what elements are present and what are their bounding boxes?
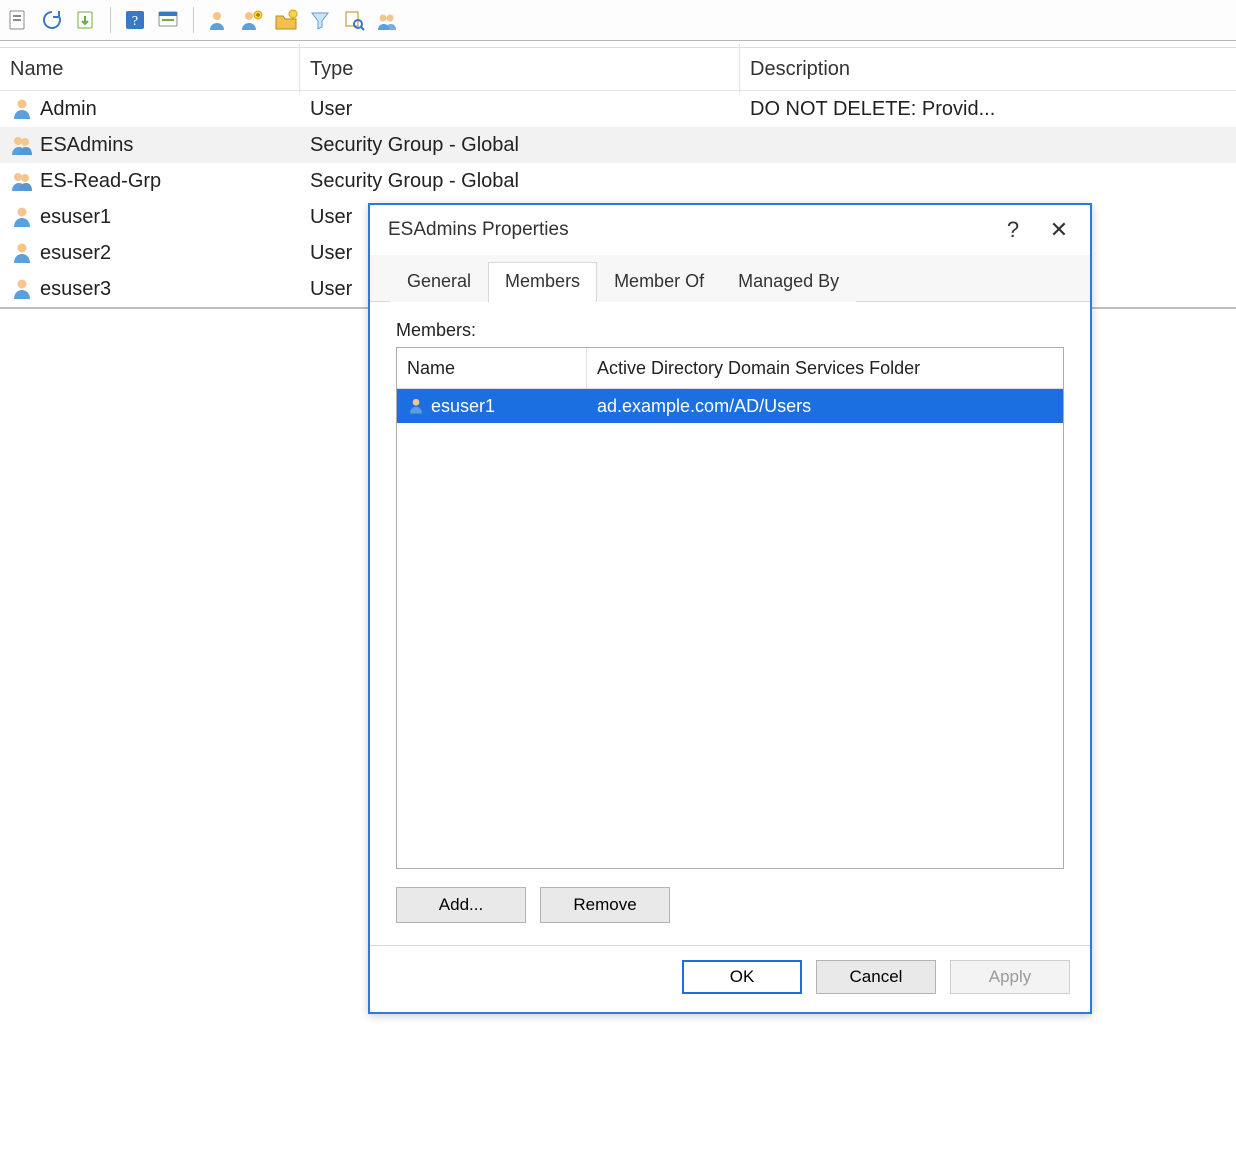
list-row[interactable]: ES-Read-Grp Security Group - Global <box>0 163 1236 199</box>
tab-content-members: Members: Name Active Directory Domain Se… <box>370 302 1090 945</box>
dialog-tabs: General Members Member Of Managed By <box>370 255 1090 302</box>
item-name: esuser2 <box>40 242 111 265</box>
add-user-icon[interactable] <box>238 6 266 34</box>
member-name-cell: esuser1 <box>397 396 587 417</box>
list-cell-name: esuser2 <box>0 241 300 265</box>
list-cell-name: esuser1 <box>0 205 300 229</box>
properties-icon[interactable] <box>155 6 183 34</box>
dialog-title: ESAdmins Properties <box>388 219 990 241</box>
tab-member-of[interactable]: Member Of <box>597 262 721 302</box>
item-type: User <box>310 242 352 265</box>
help-icon[interactable]: ? <box>121 6 149 34</box>
members-body: esuser1 ad.example.com/AD/Users <box>397 389 1063 423</box>
item-name: ESAdmins <box>40 134 133 157</box>
new-user-icon[interactable] <box>204 6 232 34</box>
filter-icon[interactable] <box>306 6 334 34</box>
toolbar-separator <box>110 7 111 33</box>
list-cell-name: Admin <box>0 97 300 121</box>
main-content: Name Type Description Admin User DO NOT DE… <box>0 47 1236 1160</box>
add-button[interactable]: Add... <box>396 887 526 923</box>
column-header-name[interactable]: Name <box>0 44 300 94</box>
toolbar-separator <box>193 7 194 33</box>
svg-text:?: ? <box>132 14 138 29</box>
close-button[interactable]: ✕ <box>1036 210 1082 250</box>
new-group-icon[interactable] <box>374 6 402 34</box>
item-type: User <box>310 206 352 229</box>
item-type: Security Group - Global <box>310 170 519 193</box>
properties-dialog: ESAdmins Properties ? ✕ General Members … <box>368 203 1092 1014</box>
dialog-titlebar: ESAdmins Properties ? ✕ <box>370 205 1090 255</box>
members-col-name[interactable]: Name <box>397 348 587 388</box>
column-header-description[interactable]: Description <box>740 44 1236 94</box>
item-name: esuser3 <box>40 278 111 301</box>
members-label: Members: <box>396 320 1064 341</box>
members-col-folder[interactable]: Active Directory Domain Services Folder <box>587 348 1063 388</box>
item-type: Security Group - Global <box>310 134 519 157</box>
members-row[interactable]: esuser1 ad.example.com/AD/Users <box>397 389 1063 423</box>
item-description: DO NOT DELETE: Provid... <box>750 98 995 121</box>
item-name: ES-Read-Grp <box>40 170 161 193</box>
list-cell-name: ES-Read-Grp <box>0 169 300 193</box>
ok-button[interactable]: OK <box>682 960 802 994</box>
list-row[interactable]: Admin User DO NOT DELETE: Provid... <box>0 91 1236 127</box>
help-button[interactable]: ? <box>990 210 1036 250</box>
tab-managed-by[interactable]: Managed By <box>721 262 856 302</box>
list-row[interactable]: ESAdmins Security Group - Global <box>0 127 1236 163</box>
list-cell-type: User <box>300 98 740 121</box>
item-name: esuser1 <box>40 206 111 229</box>
tab-general[interactable]: General <box>390 262 488 302</box>
column-header-type[interactable]: Type <box>300 44 740 94</box>
list-cell-name: ESAdmins <box>0 133 300 157</box>
page-icon[interactable] <box>4 6 32 34</box>
tab-members[interactable]: Members <box>488 262 597 302</box>
toolbar: ? <box>0 0 1236 41</box>
item-type: User <box>310 278 352 301</box>
cancel-button[interactable]: Cancel <box>816 960 936 994</box>
remove-button[interactable]: Remove <box>540 887 670 923</box>
member-folder: ad.example.com/AD/Users <box>597 396 811 417</box>
list-cell-description: DO NOT DELETE: Provid... <box>740 98 1236 121</box>
apply-button: Apply <box>950 960 1070 994</box>
members-header: Name Active Directory Domain Services Fo… <box>397 348 1063 389</box>
list-header: Name Type Description <box>0 48 1236 91</box>
member-folder-cell: ad.example.com/AD/Users <box>587 396 1063 417</box>
new-folder-icon[interactable] <box>272 6 300 34</box>
member-name: esuser1 <box>431 396 495 417</box>
members-button-row: Add... Remove <box>396 887 1064 923</box>
find-icon[interactable] <box>340 6 368 34</box>
export-icon[interactable] <box>72 6 100 34</box>
list-cell-type: Security Group - Global <box>300 134 740 157</box>
list-cell-type: Security Group - Global <box>300 170 740 193</box>
members-listbox: Name Active Directory Domain Services Fo… <box>396 347 1064 869</box>
dialog-footer: OK Cancel Apply <box>370 945 1090 1012</box>
refresh-icon[interactable] <box>38 6 66 34</box>
list-cell-name: esuser3 <box>0 277 300 301</box>
item-name: Admin <box>40 98 97 121</box>
item-type: User <box>310 98 352 121</box>
